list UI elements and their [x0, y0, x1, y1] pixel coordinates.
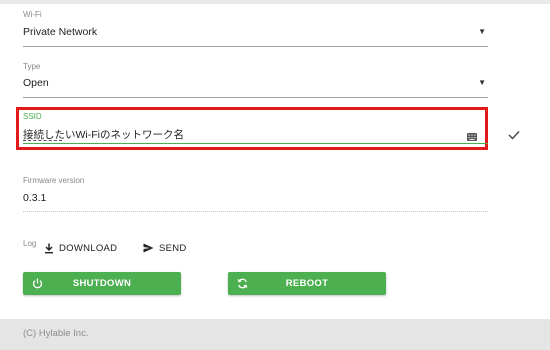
wifi-value: Private Network	[23, 26, 98, 38]
type-label: Type	[23, 62, 41, 71]
footer: (C) Hylable Inc.	[0, 319, 550, 350]
download-label: DOWNLOAD	[59, 242, 118, 254]
firmware-label: Firmware version	[23, 176, 85, 185]
log-label: Log	[23, 239, 37, 248]
type-underline	[23, 97, 488, 98]
download-button[interactable]: DOWNLOAD	[44, 238, 117, 258]
top-bar	[0, 0, 550, 4]
shutdown-button[interactable]: SHUTDOWN	[23, 272, 181, 295]
ssid-underline	[23, 143, 488, 144]
firmware-underline	[23, 211, 488, 212]
shutdown-label: SHUTDOWN	[72, 278, 132, 289]
copyright-text: (C) Hylable Inc.	[23, 328, 89, 339]
reboot-label: REBOOT	[285, 278, 329, 289]
dropdown-caret-icon: ▼	[478, 27, 486, 36]
ime-composition-underline	[23, 140, 62, 141]
reboot-button[interactable]: REBOOT	[228, 272, 386, 295]
ssid-label: SSID	[23, 112, 42, 121]
download-icon	[44, 243, 54, 254]
firmware-value: 0.3.1	[23, 192, 47, 204]
send-icon	[143, 243, 154, 253]
keyboard-icon[interactable]	[467, 128, 477, 146]
firmware-field: Firmware version 0.3.1	[23, 176, 488, 214]
send-label: SEND	[159, 242, 187, 254]
wifi-label: Wi-Fi	[23, 10, 42, 19]
wifi-select[interactable]: Wi-Fi Private Network ▼	[23, 10, 488, 48]
checkmark-icon[interactable]	[508, 127, 520, 145]
refresh-icon	[237, 278, 248, 292]
wifi-underline	[23, 46, 488, 47]
ssid-input[interactable]: SSID 接続したいWi-Fiのネットワーク名	[23, 112, 488, 145]
type-value: Open	[23, 77, 49, 89]
power-icon	[32, 278, 43, 292]
send-button[interactable]: SEND	[143, 238, 187, 258]
dropdown-caret-icon: ▼	[478, 78, 486, 87]
type-select[interactable]: Type Open ▼	[23, 62, 488, 100]
